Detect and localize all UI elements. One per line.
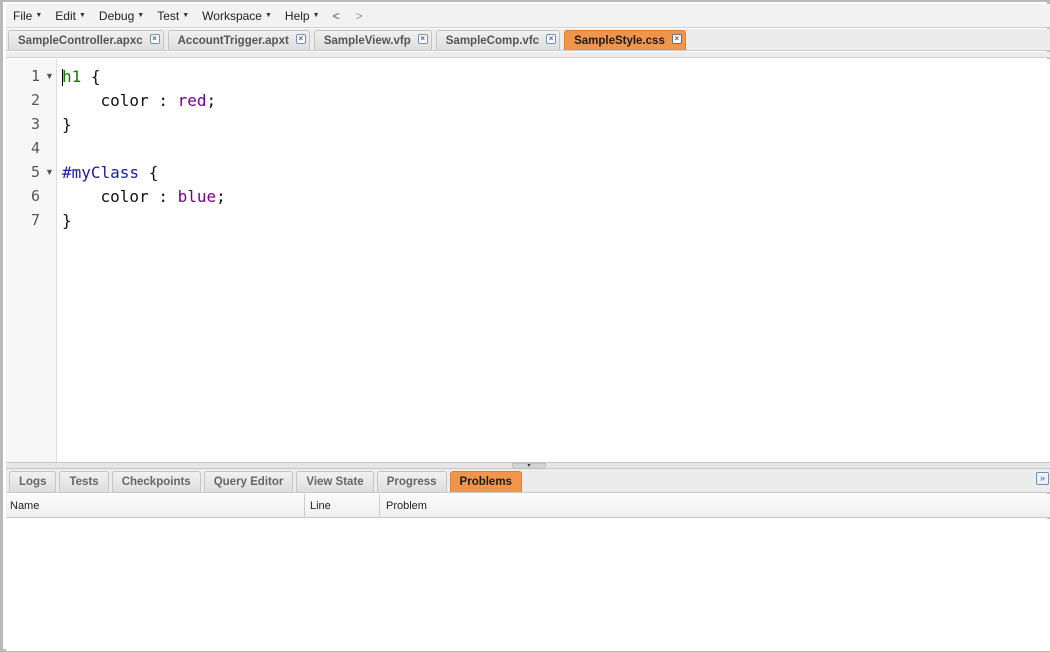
line-number: 1: [30, 67, 40, 85]
css-value: red: [177, 90, 207, 110]
tab-label: AccountTrigger.apxt: [177, 34, 289, 47]
code-text: color : red;: [57, 90, 217, 110]
code-text: color : blue;: [57, 187, 226, 206]
tab-progress[interactable]: Progress: [376, 471, 447, 492]
menu-edit-label: Edit: [55, 8, 76, 23]
css-selector: h1: [62, 66, 82, 86]
tab-tests[interactable]: Tests: [59, 471, 109, 492]
code-text: h1 {: [57, 67, 101, 86]
close-icon[interactable]: ×: [417, 34, 428, 44]
close-icon[interactable]: ×: [149, 34, 160, 44]
line-number: 2: [30, 91, 40, 109]
menu-workspace-label: Workspace: [202, 8, 262, 23]
tab-problems[interactable]: Problems: [449, 471, 522, 492]
menu-help[interactable]: Help ▼: [285, 9, 320, 23]
css-property: color :: [62, 90, 178, 110]
tab-query-editor[interactable]: Query Editor: [203, 471, 294, 492]
css-id-selector: #myClass: [62, 162, 140, 182]
caret-down-icon: ▼: [264, 12, 272, 19]
code-line: 5 ▼ #myClass {: [6, 160, 1050, 184]
editor-tab-bar: SampleController.apxc × AccountTrigger.a…: [6, 29, 1050, 51]
fold-arrow-icon[interactable]: ▼: [42, 71, 57, 81]
caret-down-icon: ▼: [35, 12, 43, 19]
app-window: File ▼ Edit ▼ Debug ▼ Test ▼ Workspace ▼ Help…: [0, 0, 1050, 652]
code-line: 3 }: [6, 112, 1050, 136]
menu-test-label: Test: [157, 8, 180, 23]
menu-test[interactable]: Test ▼: [157, 9, 189, 23]
tab-view-state[interactable]: View State: [296, 471, 374, 492]
caret-down-icon: ▼: [78, 12, 86, 19]
tab-label: SampleController.apxc: [18, 34, 143, 47]
tab-accounttrigger[interactable]: AccountTrigger.apxt ×: [167, 30, 310, 50]
menu-help-label: Help: [284, 8, 310, 23]
menu-file[interactable]: File ▼: [13, 9, 42, 23]
code-text: #myClass {: [57, 163, 158, 182]
css-semicolon: ;: [206, 90, 217, 110]
code-text: }: [62, 210, 72, 230]
column-header-line[interactable]: Line: [305, 494, 380, 518]
close-icon[interactable]: ×: [295, 34, 306, 44]
tab-sampleview[interactable]: SampleView.vfp ×: [313, 30, 432, 50]
fold-arrow-icon[interactable]: ▼: [42, 167, 57, 177]
caret-down-icon: ▼: [312, 12, 320, 19]
menu-edit[interactable]: Edit ▼: [55, 9, 86, 23]
css-property: color :: [62, 186, 178, 206]
problems-table-body: [6, 519, 1050, 651]
caret-down-icon: ▼: [137, 12, 145, 19]
tab-label: SampleComp.vfc: [445, 34, 540, 47]
css-brace: {: [139, 162, 159, 182]
code-line: 6 color : blue;: [6, 184, 1050, 208]
menu-debug[interactable]: Debug ▼: [99, 9, 144, 23]
caret-down-icon: ▼: [182, 12, 190, 19]
back-button[interactable]: <: [333, 9, 340, 23]
code-line: 7 }: [6, 208, 1050, 232]
code-editor[interactable]: 1 ▼ h1 { 2 color : red; 3 } 4 5 ▼ #myCla…: [6, 59, 1050, 462]
code-line: 2 color : red;: [6, 88, 1050, 112]
menu-bar: File ▼ Edit ▼ Debug ▼ Test ▼ Workspace ▼ Help…: [6, 4, 1050, 28]
editor-divider: [6, 52, 1050, 58]
menu-workspace[interactable]: Workspace ▼: [202, 9, 272, 23]
tab-samplecontroller[interactable]: SampleController.apxc ×: [8, 30, 164, 50]
tab-label: SampleStyle.css: [574, 34, 665, 47]
forward-button[interactable]: >: [356, 9, 363, 23]
close-icon[interactable]: ×: [546, 34, 557, 44]
tab-samplecomp[interactable]: SampleComp.vfc ×: [435, 30, 561, 50]
css-semicolon: ;: [216, 186, 226, 206]
line-number: 3: [30, 115, 40, 133]
column-header-problem[interactable]: Problem: [380, 494, 1050, 518]
line-number: 6: [30, 187, 40, 205]
column-header-name[interactable]: Name: [6, 494, 305, 518]
panel-splitter[interactable]: ▾: [6, 462, 1050, 469]
line-number: 5: [30, 163, 40, 181]
problems-table-header: Name Line Problem: [6, 494, 1050, 518]
css-value: blue: [177, 186, 217, 206]
code-text: }: [62, 114, 72, 134]
tab-logs[interactable]: Logs: [9, 471, 57, 492]
code-line: 1 ▼ h1 {: [6, 64, 1050, 88]
tab-checkpoints[interactable]: Checkpoints: [111, 471, 201, 492]
line-number: 4: [30, 139, 40, 157]
close-icon[interactable]: ×: [671, 34, 682, 44]
tab-samplestyle[interactable]: SampleStyle.css ×: [564, 30, 686, 50]
tab-label: SampleView.vfp: [323, 34, 411, 47]
menu-debug-label: Debug: [98, 8, 135, 23]
line-number: 7: [30, 211, 40, 229]
bottom-panel-tab-bar: Logs Tests Checkpoints Query Editor View…: [6, 469, 1050, 493]
css-brace: {: [81, 66, 101, 86]
collapse-icon[interactable]: »: [1036, 472, 1049, 485]
menu-file-label: File: [13, 8, 33, 23]
code-line: 4: [6, 136, 1050, 160]
